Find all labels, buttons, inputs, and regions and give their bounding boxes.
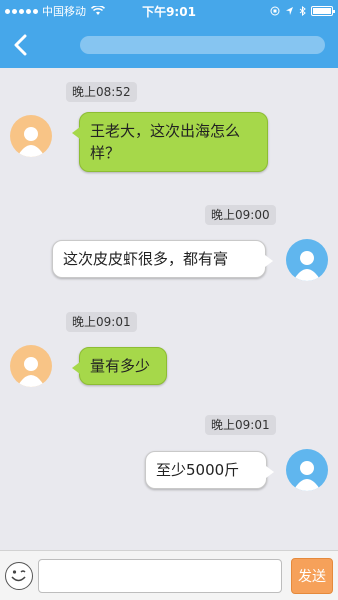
user-avatar-icon[interactable] [10, 345, 52, 387]
message-list[interactable]: 晚上08:52 王老大，这次出海怎么样？ 晚上09:00 这次皮皮虾很多，都有膏… [0, 68, 338, 550]
emoji-button[interactable] [5, 562, 33, 590]
location-icon [286, 7, 293, 15]
message-timestamp: 晚上09:00 [205, 205, 276, 225]
nav-bar [0, 22, 338, 68]
message-timestamp: 晚上09:01 [205, 415, 276, 435]
orientation-lock-icon [270, 6, 280, 16]
user-avatar-icon[interactable] [286, 449, 328, 491]
message-bubble[interactable]: 王老大，这次出海怎么样？ [72, 112, 268, 172]
bluetooth-icon [299, 6, 306, 16]
user-avatar-icon[interactable] [286, 239, 328, 281]
message-input[interactable] [38, 559, 282, 593]
emoji-icon [11, 570, 26, 582]
signal-strength-icon [5, 8, 38, 14]
battery-icon [311, 6, 335, 16]
input-bar: 发送 [0, 550, 338, 600]
message-bubble[interactable]: 量有多少 [72, 347, 167, 385]
battery-fill [313, 8, 331, 14]
status-time: 下午9:01 [142, 4, 196, 19]
chevron-left-icon [14, 34, 27, 56]
page-title [80, 36, 325, 54]
message-timestamp: 晚上08:52 [66, 82, 137, 102]
back-button[interactable] [0, 22, 40, 68]
wifi-icon [91, 6, 105, 15]
user-avatar-icon[interactable] [10, 115, 52, 157]
message-timestamp: 晚上09:01 [66, 312, 137, 332]
message-bubble[interactable]: 至少5000斤 [145, 451, 274, 489]
message-bubble[interactable]: 这次皮皮虾很多，都有膏 [52, 240, 273, 278]
send-button[interactable]: 发送 [291, 558, 333, 594]
carrier-label: 中国移动 [42, 5, 86, 18]
status-bar: 中国移动 下午9:01 [0, 0, 338, 22]
